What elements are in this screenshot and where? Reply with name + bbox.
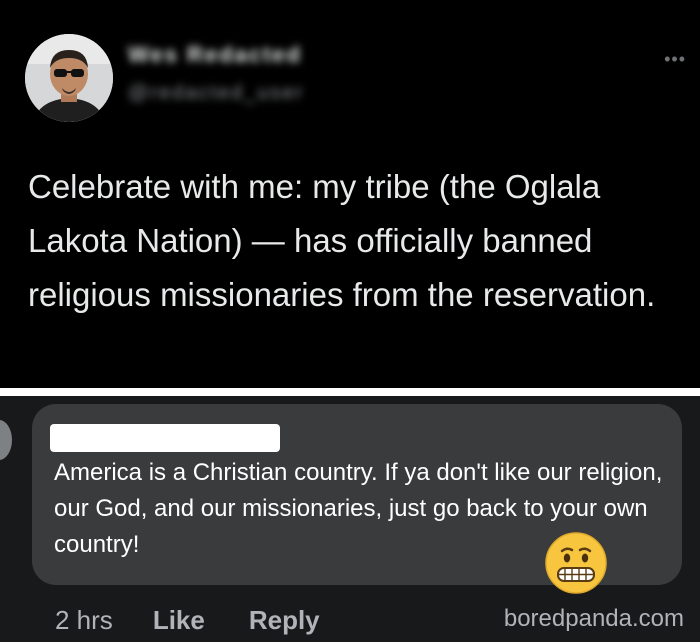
commenter-name-redacted [50,424,280,452]
more-horizontal-icon[interactable]: ••• [664,50,686,68]
comment-bubble: America is a Christian country. If ya do… [32,404,682,594]
comment-actions: 2 hrs Like Reply [55,605,364,635]
avatar-photo [25,34,113,122]
avatar[interactable] [25,34,113,122]
source-watermark: boredpanda.com [503,605,684,632]
comment-timestamp[interactable]: 2 hrs [55,605,113,636]
commenter-avatar-partial[interactable] [0,420,12,460]
display-name-redacted[interactable]: Wes Redacted [128,42,302,68]
grimacing-face-icon [545,532,607,599]
comment-panel: America is a Christian country. If ya do… [0,396,700,642]
tweet-card: Wes Redacted @redacted_user ••• Celebrat… [0,0,700,388]
like-button[interactable]: Like [153,605,205,636]
handle-redacted[interactable]: @redacted_user [128,82,304,105]
reply-button[interactable]: Reply [249,605,320,636]
divider [0,388,700,396]
tweet-text: Celebrate with me: my tribe (the Oglala … [28,168,656,313]
